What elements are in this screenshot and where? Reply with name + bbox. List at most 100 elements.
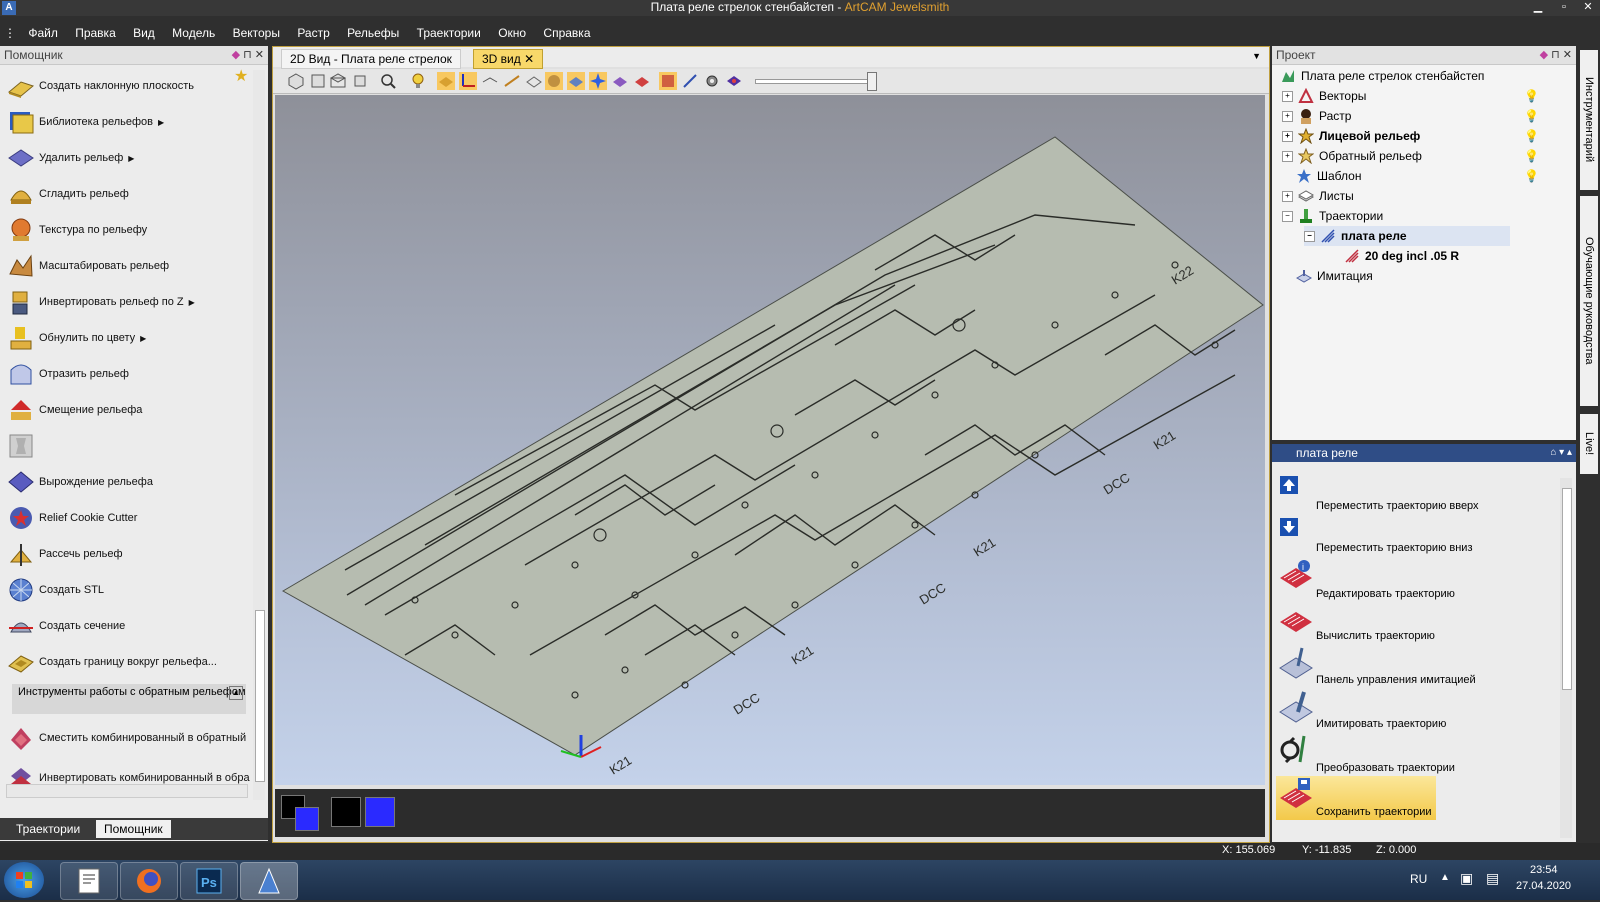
iso-view-icon[interactable] bbox=[287, 72, 305, 90]
action-move-down[interactable]: Переместить траекторию вниз bbox=[1276, 516, 1532, 556]
action-edit-toolpath[interactable]: i Редактировать траекторию bbox=[1276, 558, 1532, 602]
secondary-colour-swatch[interactable] bbox=[295, 807, 319, 831]
grid-icon[interactable] bbox=[481, 72, 499, 90]
tray-device-icon[interactable]: ▣ bbox=[1460, 870, 1473, 887]
action-save-toolpath[interactable]: Сохранить траектории bbox=[1276, 776, 1436, 820]
panel-close-icon[interactable]: ✕ bbox=[255, 49, 264, 61]
menu-reliefs[interactable]: Рельефы bbox=[340, 22, 406, 44]
collapse-icon[interactable]: − bbox=[1304, 230, 1315, 242]
material-icon[interactable] bbox=[611, 72, 629, 90]
diamond-icon[interactable] bbox=[725, 72, 743, 90]
expand-icon[interactable]: + bbox=[1282, 90, 1293, 102]
toolpath-panel-scrollbar[interactable] bbox=[1560, 478, 1572, 838]
tab-live[interactable]: Live! bbox=[1580, 414, 1598, 474]
top-view-icon[interactable] bbox=[329, 72, 347, 90]
menu-bitmap[interactable]: Растр bbox=[290, 22, 336, 44]
dock-icon[interactable]: ⊓ bbox=[243, 49, 252, 61]
tabs-dropdown-icon[interactable]: ▼ bbox=[1252, 51, 1261, 61]
tool-cookie-cutter[interactable]: Relief Cookie Cutter bbox=[6, 500, 252, 536]
colour-relief-icon[interactable] bbox=[633, 72, 651, 90]
taskbar-photoshop[interactable]: Ps bbox=[180, 862, 238, 900]
bulb-icon[interactable]: 💡 bbox=[1524, 126, 1539, 146]
tab-3d-view[interactable]: 3D вид ✕ bbox=[473, 49, 544, 69]
tab-toolbox[interactable]: Инструментарий bbox=[1580, 50, 1598, 190]
bulb-icon[interactable]: 💡 bbox=[1524, 86, 1539, 106]
light-icon[interactable] bbox=[409, 72, 427, 90]
shaded-icon[interactable] bbox=[567, 72, 585, 90]
panel-close-icon[interactable]: ✕ bbox=[1563, 49, 1572, 61]
tree-node-toolpaths[interactable]: − Траектории bbox=[1282, 206, 1383, 226]
tree-node-toolpath-group[interactable]: − плата реле bbox=[1304, 226, 1510, 246]
tree-root[interactable]: Плата реле стрелок стенбайстеп bbox=[1280, 66, 1484, 86]
tray-expand-icon[interactable]: ▲ bbox=[1440, 872, 1450, 883]
taskbar-firefox[interactable] bbox=[120, 862, 178, 900]
clock-time[interactable]: 23:54 bbox=[1530, 864, 1558, 876]
collapse-icon[interactable]: − bbox=[1282, 210, 1293, 222]
tool-create-stl[interactable]: Создать STL bbox=[6, 572, 252, 608]
vectors-3d-icon[interactable] bbox=[503, 72, 521, 90]
sparkle-icon[interactable] bbox=[589, 72, 607, 90]
tree-node-front-relief[interactable]: + Лицевой рельеф bbox=[1282, 126, 1420, 146]
menu-window[interactable]: Окно bbox=[491, 22, 533, 44]
tool-scale-relief[interactable]: Масштабировать рельеф bbox=[6, 248, 252, 284]
tab-assistant[interactable]: Помощник bbox=[96, 820, 171, 838]
tree-node-bitmap[interactable]: + Растр bbox=[1282, 106, 1351, 126]
tool-mirror-relief[interactable]: Отразить рельеф bbox=[6, 356, 252, 392]
start-button[interactable] bbox=[4, 862, 44, 898]
zoom-slider[interactable] bbox=[755, 79, 877, 84]
tab-tutorials[interactable]: Обучающие руководства bbox=[1580, 196, 1598, 406]
side-view-icon[interactable] bbox=[351, 72, 369, 90]
expand-icon[interactable]: + bbox=[1282, 110, 1293, 122]
tool-inclined-plane[interactable]: Создать наклонную плоскость bbox=[6, 68, 252, 104]
reverse-relief-section-header[interactable]: Инструменты работы с обратным рельефом ▲ bbox=[12, 684, 246, 714]
tree-node-back-relief[interactable]: + Обратный рельеф bbox=[1282, 146, 1422, 166]
tool-relief-border[interactable]: Создать границу вокруг рельефа... bbox=[6, 644, 252, 680]
action-move-up[interactable]: Переместить траекторию вверх bbox=[1276, 474, 1532, 514]
taskbar-artcam[interactable] bbox=[240, 862, 298, 900]
scroll-thumb[interactable] bbox=[1562, 488, 1572, 690]
bulb-icon[interactable]: 💡 bbox=[1524, 146, 1539, 166]
bulb-icon[interactable]: 💡 bbox=[1524, 106, 1539, 126]
menu-toolpaths[interactable]: Траектории bbox=[410, 22, 488, 44]
show-relief-icon[interactable] bbox=[437, 72, 455, 90]
tool-invert-relief[interactable]: Инвертировать рельеф по Z ▶ bbox=[6, 284, 252, 320]
palette-black-swatch[interactable] bbox=[331, 797, 361, 827]
close-window-button[interactable]: ✕ bbox=[1578, 0, 1598, 16]
scroll-thumb[interactable] bbox=[255, 610, 265, 782]
tool-split-relief[interactable]: Рассечь рельеф bbox=[6, 536, 252, 572]
zoom-icon[interactable] bbox=[379, 72, 397, 90]
tool-relief-library[interactable]: Библиотека рельефов ▶ bbox=[6, 104, 252, 140]
front-view-icon[interactable] bbox=[309, 72, 327, 90]
expand-icon[interactable]: + bbox=[1282, 150, 1293, 162]
clock-date[interactable]: 27.04.2020 bbox=[1516, 880, 1571, 892]
pin-icon[interactable]: ◆ bbox=[1540, 49, 1548, 61]
action-simulate-toolpath[interactable]: Имитировать траекторию bbox=[1276, 688, 1532, 732]
pin-icon[interactable]: ◆ bbox=[232, 49, 240, 61]
zoom-slider-thumb[interactable] bbox=[867, 72, 877, 91]
menu-edit[interactable]: Правка bbox=[68, 22, 123, 44]
wireframe-icon[interactable] bbox=[525, 72, 543, 90]
menu-vectors[interactable]: Векторы bbox=[226, 22, 287, 44]
tree-node-vectors[interactable]: + Векторы bbox=[1282, 86, 1366, 106]
assistant-scrollbar[interactable] bbox=[253, 70, 265, 800]
expand-icon[interactable]: + bbox=[1282, 190, 1293, 202]
menu-file[interactable]: Файл bbox=[21, 22, 65, 44]
tool-smooth-relief[interactable]: Сгладить рельеф bbox=[6, 176, 252, 212]
tool-create-section[interactable]: Создать сечение bbox=[6, 608, 252, 644]
collapse-icon[interactable]: ▲ bbox=[229, 686, 243, 700]
menu-view[interactable]: Вид bbox=[126, 22, 162, 44]
tab-2d-view[interactable]: 2D Вид - Плата реле стрелок bbox=[281, 49, 461, 69]
restore-button[interactable]: ▫ bbox=[1554, 0, 1574, 16]
tree-node-template[interactable]: Шаблон bbox=[1296, 166, 1361, 186]
palette-blue-swatch[interactable] bbox=[365, 797, 395, 827]
tool-icon[interactable] bbox=[681, 72, 699, 90]
menu-model[interactable]: Модель bbox=[165, 22, 222, 44]
tool-texture-relief[interactable]: Текстура по рельефу bbox=[6, 212, 252, 248]
3d-viewport[interactable]: K21 K21 K21 K21 DCC DCC DCC K22 bbox=[275, 95, 1265, 785]
action-transform-toolpath[interactable]: Преобразовать траектории bbox=[1276, 732, 1532, 776]
action-calculate-toolpath[interactable]: Вычислить траекторию bbox=[1276, 602, 1532, 644]
tray-network-icon[interactable]: ▤ bbox=[1486, 870, 1499, 887]
settings-gear-icon[interactable] bbox=[703, 72, 721, 90]
taskbar-notepad[interactable] bbox=[60, 862, 118, 900]
tree-node-sheets[interactable]: + Листы bbox=[1282, 186, 1354, 206]
